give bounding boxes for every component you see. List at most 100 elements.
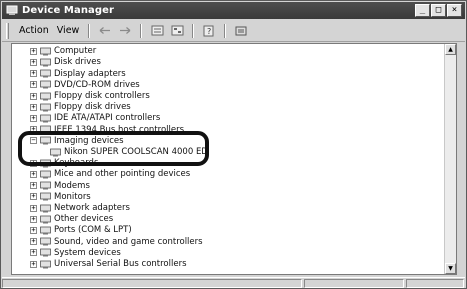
device-label: Network adapters [54, 203, 130, 214]
device-category[interactable]: + System devices [30, 248, 121, 259]
device-category[interactable]: + Floppy disk controllers [30, 91, 150, 102]
toolbar-separator [88, 23, 91, 38]
device-icon [40, 114, 51, 123]
device-icon [40, 237, 51, 246]
expand-icon[interactable]: + [30, 238, 37, 246]
toolbar-separator [224, 23, 227, 38]
device-icon [40, 248, 51, 257]
device-label: Floppy disk drives [54, 102, 131, 113]
device-category[interactable]: + Computer [30, 46, 96, 57]
device-category[interactable]: + Monitors [30, 192, 91, 203]
device-category[interactable]: + Mice and other pointing devices [30, 169, 190, 180]
menu-action[interactable]: Action [15, 25, 53, 36]
device-label: Universal Serial Bus controllers [54, 259, 187, 270]
device-label: DVD/CD-ROM drives [54, 79, 140, 90]
expand-icon[interactable]: + [30, 70, 37, 78]
device-label: Display adapters [54, 68, 126, 79]
status-pane [304, 279, 404, 288]
highlight-outline [18, 131, 209, 166]
device-icon [40, 170, 51, 179]
device-category[interactable]: + Other devices [30, 214, 113, 225]
device-label: Disk drives [54, 57, 101, 68]
window-controls: _ □ × [415, 4, 462, 17]
expand-icon[interactable]: + [30, 204, 37, 212]
expand-icon[interactable]: + [30, 58, 37, 66]
device-icon [40, 226, 51, 235]
device-icon [40, 69, 51, 78]
expand-icon[interactable]: + [30, 182, 37, 190]
toolbar-separator [192, 23, 195, 38]
device-manager-icon [6, 5, 18, 15]
expand-icon[interactable]: + [30, 81, 37, 89]
back-arrow-icon [99, 27, 111, 34]
device-icon [40, 103, 51, 112]
forward-arrow-icon [120, 27, 131, 34]
expand-icon[interactable]: + [30, 47, 37, 55]
device-label: Monitors [54, 191, 91, 202]
expand-icon[interactable]: + [30, 103, 37, 111]
menu-view[interactable]: View [53, 25, 84, 36]
scan-hardware-button[interactable] [232, 23, 250, 39]
device-icon [40, 260, 51, 269]
status-bar [2, 277, 465, 288]
device-category[interactable]: + Universal Serial Bus controllers [30, 259, 187, 270]
device-icon [40, 181, 51, 190]
status-pane [2, 279, 302, 288]
device-label: Ports (COM & LPT) [54, 225, 132, 236]
device-label: IDE ATA/ATAPI controllers [54, 113, 161, 124]
forward-button[interactable] [116, 23, 134, 39]
properties-icon [151, 25, 164, 36]
device-label: Floppy disk controllers [54, 91, 150, 102]
device-icon [40, 47, 51, 56]
properties-button[interactable] [148, 23, 166, 39]
expand-icon[interactable]: + [30, 260, 37, 268]
help-button[interactable]: ? [200, 23, 218, 39]
expand-icon[interactable]: + [30, 114, 37, 122]
device-icon [40, 58, 51, 67]
expand-icon[interactable]: + [30, 226, 37, 234]
scroll-down-button[interactable]: ▼ [445, 263, 456, 274]
help-icon: ? [203, 25, 214, 36]
device-label: Modems [54, 180, 90, 191]
device-icon [40, 80, 51, 89]
device-manager-window: Device Manager _ □ × Action View ? ▲ ▼ +… [0, 0, 467, 289]
scan-hardware-icon [235, 26, 247, 35]
device-label: Mice and other pointing devices [54, 169, 191, 180]
window-title: Device Manager [22, 5, 115, 16]
svg-text:?: ? [207, 27, 211, 36]
device-category[interactable]: + Modems [30, 180, 90, 191]
expand-icon[interactable]: + [30, 92, 37, 100]
scroll-up-button[interactable]: ▲ [445, 44, 456, 55]
minimize-button[interactable]: _ [415, 4, 430, 17]
menu-toolbar: Action View ? [2, 20, 465, 42]
expand-icon[interactable]: + [30, 193, 37, 201]
device-category[interactable]: + DVD/CD-ROM drives [30, 80, 140, 91]
toolbar-grip[interactable] [6, 22, 9, 39]
status-pane [406, 279, 464, 288]
device-icon [40, 215, 51, 224]
device-category[interactable]: + Sound, video and game controllers [30, 236, 203, 247]
back-button[interactable] [96, 23, 114, 39]
title-bar[interactable]: Device Manager _ □ × [2, 2, 465, 19]
tree-view-icon [171, 25, 184, 36]
device-category[interactable]: + Disk drives [30, 57, 101, 68]
device-label: System devices [54, 247, 121, 258]
close-button[interactable]: × [447, 4, 462, 17]
expand-icon[interactable]: + [30, 249, 37, 257]
device-label: Sound, video and game controllers [54, 236, 203, 247]
device-icon [40, 192, 51, 201]
toolbar-separator [140, 23, 143, 38]
device-category[interactable]: + Network adapters [30, 203, 130, 214]
device-category[interactable]: + Floppy disk drives [30, 102, 131, 113]
device-label: Other devices [54, 214, 114, 225]
maximize-button[interactable]: □ [431, 4, 446, 17]
device-icon [40, 204, 51, 213]
vertical-scrollbar[interactable]: ▲ ▼ [444, 44, 456, 274]
device-category[interactable]: + IDE ATA/ATAPI controllers [30, 113, 160, 124]
device-category[interactable]: + Display adapters [30, 68, 126, 79]
tree-view-button[interactable] [168, 23, 186, 39]
expand-icon[interactable]: + [30, 170, 37, 178]
device-category[interactable]: + Ports (COM & LPT) [30, 225, 132, 236]
expand-icon[interactable]: + [30, 215, 37, 223]
device-label: Computer [54, 46, 97, 57]
